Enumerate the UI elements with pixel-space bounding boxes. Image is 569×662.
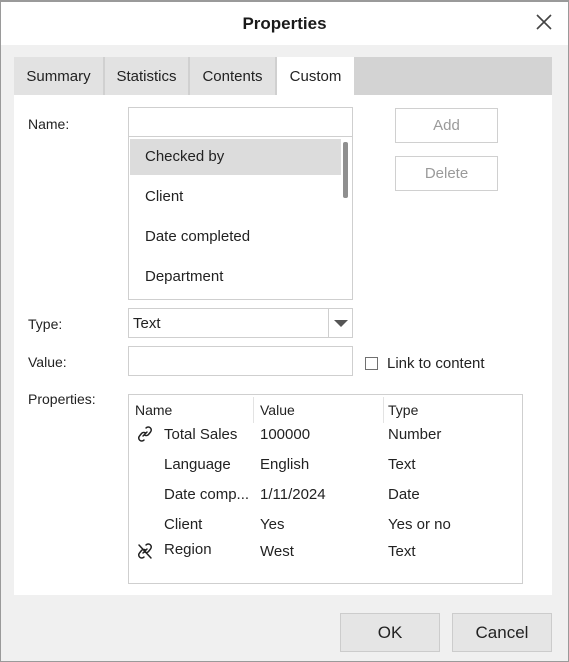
name-suggestions-list: Checked by Client Date completed Departm…: [128, 137, 353, 300]
name-input[interactable]: [128, 107, 353, 137]
type-label: Type:: [28, 316, 63, 332]
value-input[interactable]: [128, 346, 353, 376]
checkbox-box[interactable]: [365, 357, 378, 370]
tab-statistics[interactable]: Statistics: [105, 57, 190, 95]
table-row[interactable]: Region West Text: [129, 538, 522, 564]
properties-table: Name Value Type Total Sales 100000 Numbe…: [128, 394, 523, 584]
column-header-name[interactable]: Name: [135, 399, 172, 421]
properties-dialog: Properties Summary Statistics Contents C…: [0, 0, 569, 662]
dropdown-arrow-icon[interactable]: [328, 309, 352, 337]
list-item-department[interactable]: Department: [130, 259, 341, 295]
column-header-type[interactable]: Type: [388, 399, 418, 421]
broken-link-icon: [138, 543, 152, 559]
list-scrollbar-thumb[interactable]: [343, 142, 348, 198]
column-header-value[interactable]: Value: [260, 399, 295, 421]
type-select-value: Text: [133, 315, 161, 332]
type-select[interactable]: Text: [128, 308, 353, 338]
link-to-content-checkbox[interactable]: Link to content: [365, 355, 485, 372]
title-bar: Properties: [1, 2, 568, 45]
tab-bar: Summary Statistics Contents Custom: [14, 57, 552, 95]
list-item-date-completed[interactable]: Date completed: [130, 219, 341, 255]
close-icon: [536, 14, 552, 30]
value-label: Value:: [28, 354, 67, 370]
column-separator[interactable]: [253, 397, 254, 423]
close-button[interactable]: [534, 12, 554, 32]
name-label: Name:: [28, 116, 70, 132]
link-to-content-label: Link to content: [387, 355, 485, 372]
properties-label: Properties:: [28, 391, 96, 407]
ok-button[interactable]: OK: [340, 613, 440, 652]
delete-button[interactable]: Delete: [395, 156, 498, 191]
table-row[interactable]: Total Sales 100000 Number: [129, 423, 522, 449]
cancel-button[interactable]: Cancel: [452, 613, 552, 652]
list-item-client[interactable]: Client: [130, 179, 341, 215]
link-icon: [138, 426, 152, 442]
add-button[interactable]: Add: [395, 108, 498, 143]
tab-contents[interactable]: Contents: [190, 57, 277, 95]
table-row[interactable]: Language English Text: [129, 453, 522, 479]
tab-summary[interactable]: Summary: [14, 57, 105, 95]
table-row[interactable]: Client Yes Yes or no: [129, 513, 522, 539]
list-item-checked-by[interactable]: Checked by: [130, 139, 341, 175]
dialog-title: Properties: [242, 14, 327, 33]
column-separator[interactable]: [383, 397, 384, 423]
custom-panel: Name: Checked by Client Date completed D…: [14, 95, 552, 595]
tab-custom[interactable]: Custom: [277, 57, 354, 95]
table-row[interactable]: Date comp... 1/11/2024 Date: [129, 483, 522, 509]
